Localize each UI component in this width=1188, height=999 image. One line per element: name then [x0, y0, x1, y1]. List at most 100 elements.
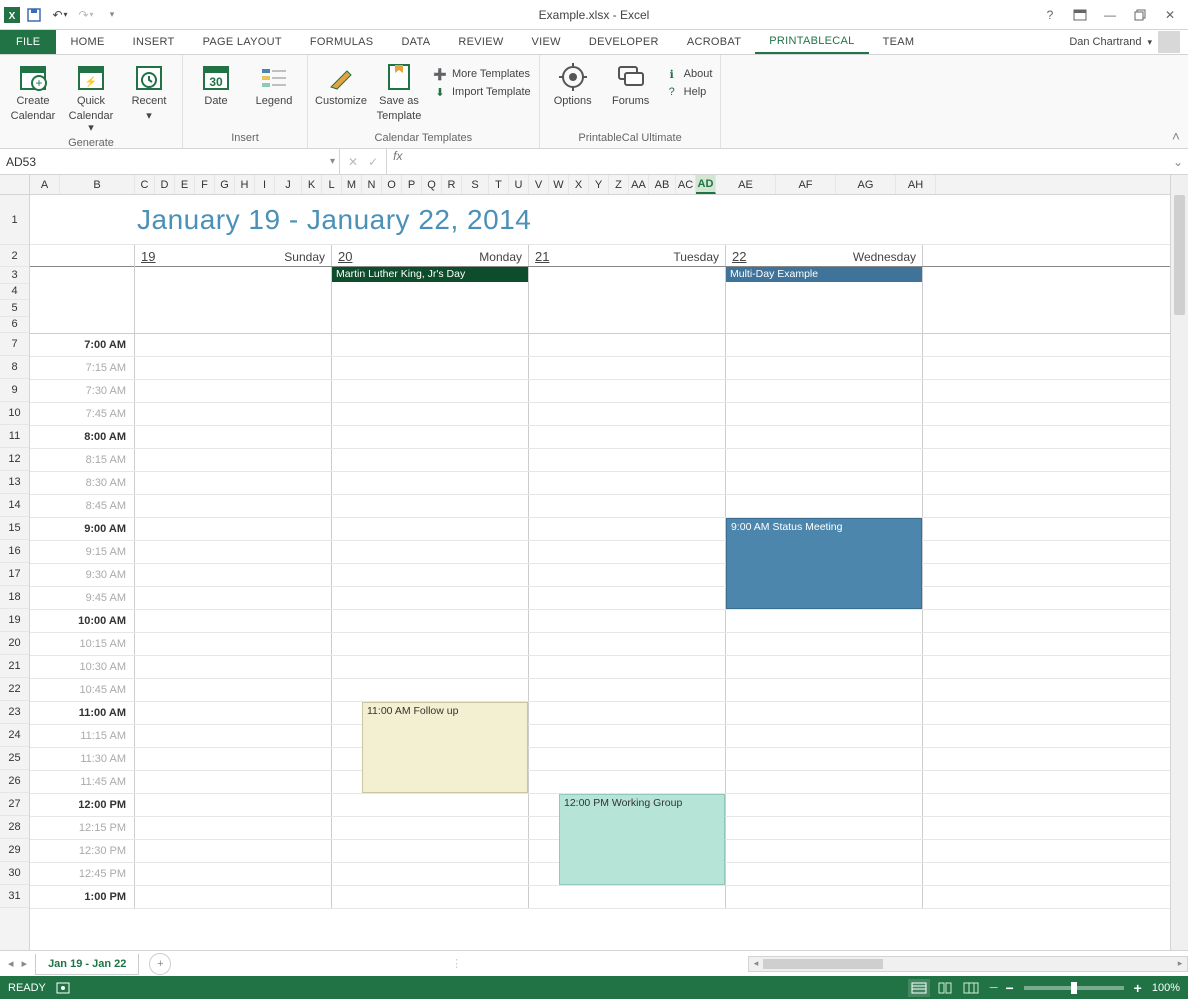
- time-cell[interactable]: [332, 403, 529, 425]
- time-cell[interactable]: [529, 886, 726, 908]
- time-cell[interactable]: [726, 633, 923, 655]
- ribbon-tab-home[interactable]: HOME: [56, 30, 118, 54]
- time-cell[interactable]: [135, 886, 332, 908]
- column-header[interactable]: J: [275, 175, 302, 194]
- row-header[interactable]: 4: [0, 284, 29, 301]
- time-cell[interactable]: [529, 564, 726, 586]
- vertical-scrollbar-thumb[interactable]: [1174, 195, 1185, 315]
- time-cell[interactable]: [726, 656, 923, 678]
- ribbon-tab-printablecal[interactable]: PRINTABLECAL: [755, 30, 868, 54]
- time-cell[interactable]: [135, 633, 332, 655]
- row-header[interactable]: 2: [0, 245, 29, 267]
- time-cell[interactable]: 12:00 PM Working Group: [529, 794, 726, 816]
- row-header[interactable]: 18: [0, 586, 29, 609]
- column-header[interactable]: L: [322, 175, 342, 194]
- column-header[interactable]: K: [302, 175, 322, 194]
- time-cell[interactable]: [135, 403, 332, 425]
- column-header[interactable]: X: [569, 175, 589, 194]
- ribbon-tab-insert[interactable]: INSERT: [119, 30, 189, 54]
- time-cell[interactable]: [332, 656, 529, 678]
- zoom-level[interactable]: 100%: [1146, 982, 1180, 994]
- time-cell[interactable]: [726, 610, 923, 632]
- time-cell[interactable]: [332, 380, 529, 402]
- row-header[interactable]: 14: [0, 494, 29, 517]
- row-header[interactable]: 31: [0, 885, 29, 908]
- ribbon-tab-data[interactable]: DATA: [387, 30, 444, 54]
- column-header[interactable]: AG: [836, 175, 896, 194]
- time-cell[interactable]: [726, 725, 923, 747]
- tab-scroll-right-button[interactable]: ▸: [22, 957, 28, 970]
- time-cell[interactable]: [726, 886, 923, 908]
- column-header[interactable]: H: [235, 175, 255, 194]
- time-cell[interactable]: [135, 725, 332, 747]
- time-cell[interactable]: [332, 817, 529, 839]
- quick-calendar-button[interactable]: ⚡QuickCalendar ▾: [66, 61, 116, 135]
- row-header[interactable]: 7: [0, 333, 29, 356]
- time-cell[interactable]: [135, 495, 332, 517]
- time-cell[interactable]: [332, 334, 529, 356]
- time-cell[interactable]: [726, 679, 923, 701]
- time-cell[interactable]: [135, 840, 332, 862]
- calendar-event[interactable]: 9:00 AM Status Meeting: [726, 518, 922, 609]
- qat-customize-button[interactable]: ▾: [100, 3, 124, 27]
- qat-save-button[interactable]: [22, 3, 46, 27]
- save-as-template-button[interactable]: Save asTemplate: [374, 61, 424, 122]
- allday-cell[interactable]: [529, 267, 726, 333]
- time-cell[interactable]: 11:00 AM Follow up: [332, 702, 529, 724]
- column-header[interactable]: U: [509, 175, 529, 194]
- time-cell[interactable]: [726, 449, 923, 471]
- time-cell[interactable]: [332, 840, 529, 862]
- column-header[interactable]: V: [529, 175, 549, 194]
- time-cell[interactable]: [135, 472, 332, 494]
- recent-button[interactable]: Recent▾: [124, 61, 174, 122]
- column-header[interactable]: T: [489, 175, 509, 194]
- time-cell[interactable]: [529, 725, 726, 747]
- time-cell[interactable]: [726, 426, 923, 448]
- row-header[interactable]: 3: [0, 267, 29, 284]
- time-cell[interactable]: [332, 449, 529, 471]
- row-header[interactable]: 21: [0, 655, 29, 678]
- column-header[interactable]: A: [30, 175, 60, 194]
- time-cell[interactable]: [332, 426, 529, 448]
- column-header[interactable]: AE: [716, 175, 776, 194]
- zoom-slider-thumb[interactable]: [1071, 982, 1077, 994]
- time-cell[interactable]: [726, 817, 923, 839]
- column-header[interactable]: F: [195, 175, 215, 194]
- help-button[interactable]: ?Help: [664, 83, 713, 101]
- time-cell[interactable]: [529, 334, 726, 356]
- time-cell[interactable]: [529, 748, 726, 770]
- row-header[interactable]: 22: [0, 678, 29, 701]
- time-cell[interactable]: [332, 633, 529, 655]
- forums-button[interactable]: Forums: [606, 61, 656, 108]
- time-cell[interactable]: [529, 610, 726, 632]
- fx-icon[interactable]: fx: [387, 149, 408, 174]
- time-cell[interactable]: [135, 541, 332, 563]
- calendar-event[interactable]: 12:00 PM Working Group: [559, 794, 725, 885]
- legend-button[interactable]: Legend: [249, 61, 299, 108]
- row-header[interactable]: 13: [0, 471, 29, 494]
- options-button[interactable]: Options: [548, 61, 598, 108]
- row-header[interactable]: 10: [0, 402, 29, 425]
- row-header[interactable]: 19: [0, 609, 29, 632]
- column-header[interactable]: C: [135, 175, 155, 194]
- time-cell[interactable]: [332, 679, 529, 701]
- time-cell[interactable]: [332, 357, 529, 379]
- date-button[interactable]: 30Date: [191, 61, 241, 108]
- row-header[interactable]: 24: [0, 724, 29, 747]
- time-cell[interactable]: [135, 334, 332, 356]
- calendar-event[interactable]: 11:00 AM Follow up: [362, 702, 528, 793]
- column-header[interactable]: W: [549, 175, 569, 194]
- allday-event[interactable]: Martin Luther King, Jr's Day: [332, 267, 528, 282]
- row-header[interactable]: 5: [0, 300, 29, 317]
- hscroll-right-button[interactable]: ▸: [1173, 958, 1187, 969]
- allday-event[interactable]: Multi-Day Example: [726, 267, 922, 282]
- time-cell[interactable]: [332, 886, 529, 908]
- time-cell[interactable]: [529, 587, 726, 609]
- ribbon-tab-view[interactable]: VIEW: [518, 30, 575, 54]
- column-header[interactable]: Q: [422, 175, 442, 194]
- allday-cell[interactable]: Multi-Day Example: [726, 267, 923, 333]
- time-cell[interactable]: [529, 449, 726, 471]
- ribbon-tab-formulas[interactable]: FORMULAS: [296, 30, 388, 54]
- row-header[interactable]: 1: [0, 195, 29, 245]
- column-header[interactable]: AH: [896, 175, 936, 194]
